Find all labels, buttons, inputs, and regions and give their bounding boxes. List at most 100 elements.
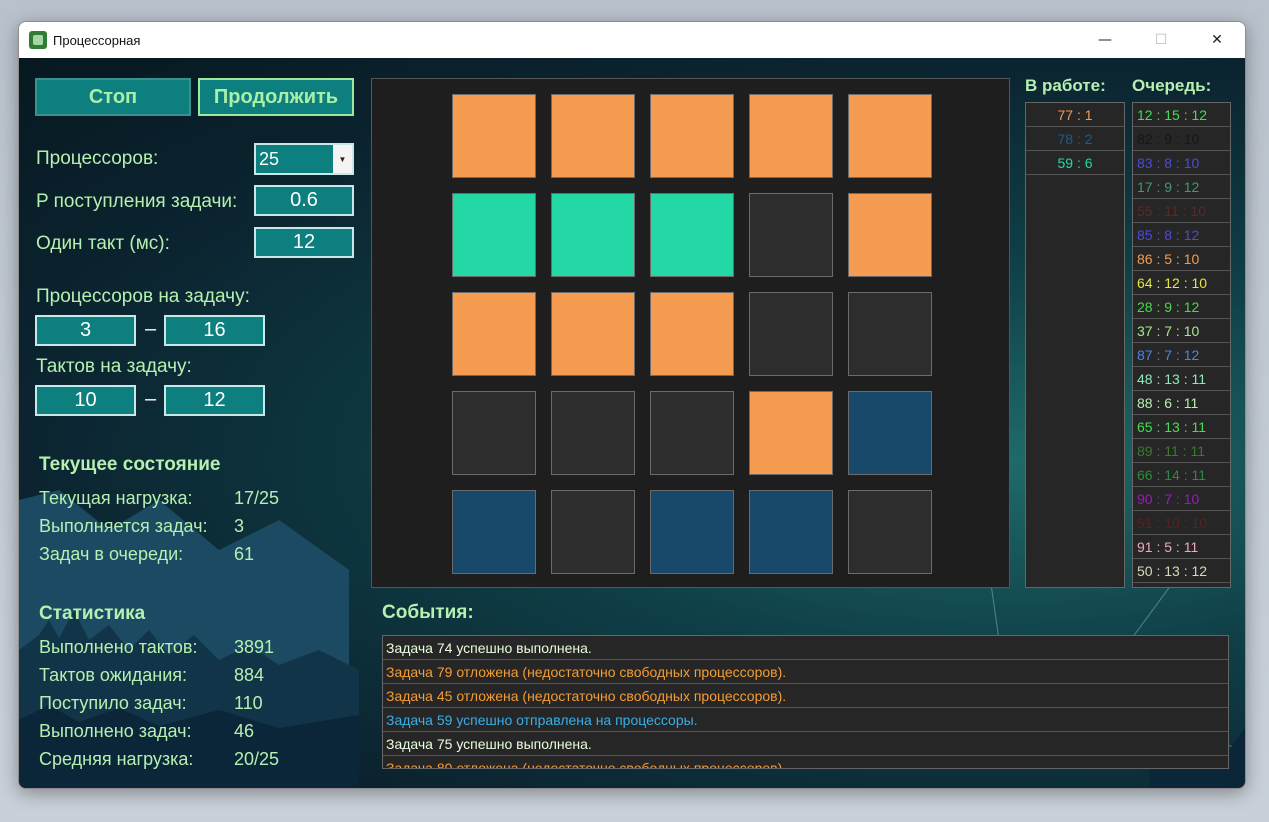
queue-list-item[interactable]: 65 : 13 : 11 [1133, 415, 1230, 439]
running-value: 3 [234, 516, 245, 536]
queue-list-item[interactable]: 89 : 11 : 11 [1133, 439, 1230, 463]
processor-cell [551, 292, 635, 376]
processor-cell [848, 292, 932, 376]
proc-per-task-min-input[interactable]: 3 [35, 315, 136, 346]
processor-grid [371, 78, 1010, 588]
work-list-item[interactable]: 78 : 2 [1026, 127, 1124, 151]
event-list-item[interactable]: Задача 79 отложена (недостаточно свободн… [383, 660, 1228, 684]
processor-cell [551, 490, 635, 574]
processor-cell [848, 193, 932, 277]
queued-label: Задач в очереди: [39, 544, 184, 564]
proc-per-task-label: Процессоров на задачу: [36, 286, 250, 307]
queue-list-item[interactable]: 83 : 8 : 10 [1133, 151, 1230, 175]
stop-button[interactable]: Стоп [35, 78, 191, 116]
queue-list-item[interactable]: 51 : 10 : 10 [1133, 511, 1230, 535]
queue-list-item[interactable]: 87 : 7 : 12 [1133, 343, 1230, 367]
processors-select[interactable]: 25 ▼ [254, 143, 354, 175]
queue-list[interactable]: 12 : 15 : 12 82 : 9 : 10 83 : 8 : 10 17 : 9… [1132, 102, 1231, 588]
processor-cell [749, 490, 833, 574]
events-title: События: [382, 602, 474, 623]
arrived-value: 110 [234, 693, 263, 713]
arrived-label: Поступило задач: [39, 693, 187, 713]
processor-cell [650, 193, 734, 277]
ticks-per-task-max-input[interactable]: 12 [164, 385, 265, 416]
work-title: В работе: [1025, 76, 1106, 95]
queue-list-item[interactable]: 90 : 7 : 10 [1133, 487, 1230, 511]
avg-load-label: Средняя нагрузка: [39, 749, 194, 769]
processor-cell [749, 292, 833, 376]
statistics-title: Статистика [39, 603, 146, 624]
processor-cell [452, 193, 536, 277]
app-window: Процессорная — ☐ ✕ Стоп Продолжить Проце… [18, 21, 1246, 789]
event-list-item[interactable]: Задача 59 успешно отправлена на процессо… [383, 708, 1228, 732]
probability-label: P поступления задачи: [36, 191, 238, 212]
queue-list-item[interactable]: 82 : 9 : 10 [1133, 127, 1230, 151]
load-label: Текущая нагрузка: [39, 488, 193, 508]
avg-load-value: 20/25 [234, 749, 280, 769]
ticks-per-task-label: Тактов на задачу: [36, 356, 192, 377]
queued-value: 61 [234, 544, 255, 564]
maximize-button[interactable]: ☐ [1133, 22, 1189, 58]
processor-cell [650, 292, 734, 376]
queue-list-item[interactable]: 85 : 8 : 12 [1133, 223, 1230, 247]
processor-cell [452, 490, 536, 574]
chevron-down-icon[interactable]: ▼ [333, 145, 352, 173]
proc-range-dash: – [145, 318, 157, 340]
probability-input[interactable]: 0.6 [254, 185, 354, 216]
queue-list-item[interactable]: 88 : 6 : 11 [1133, 391, 1230, 415]
processors-select-value: 25 [259, 148, 280, 169]
processor-cell [650, 94, 734, 178]
queue-title: Очередь: [1132, 76, 1212, 95]
window-controls: — ☐ ✕ [1077, 22, 1245, 58]
event-list-item[interactable]: Задача 80 отложена (недостаточно свободн… [383, 756, 1228, 768]
work-list-item[interactable]: 77 : 1 [1026, 103, 1124, 127]
processor-cell [650, 490, 734, 574]
proc-per-task-max-input[interactable]: 16 [164, 315, 265, 346]
client-area: Стоп Продолжить Процессоров: 25 ▼ P пост… [19, 58, 1245, 788]
processor-cell [848, 490, 932, 574]
event-list-item[interactable]: Задача 75 успешно выполнена. [383, 732, 1228, 756]
processor-cell [452, 94, 536, 178]
work-list[interactable]: 77 : 1 78 : 2 59 : 6 [1025, 102, 1125, 588]
completed-value: 46 [234, 721, 255, 741]
processor-cell [848, 94, 932, 178]
processors-label: Процессоров: [36, 148, 159, 169]
queue-list-item[interactable]: 28 : 9 : 12 [1133, 295, 1230, 319]
processor-cell [650, 391, 734, 475]
event-list-item[interactable]: Задача 74 успешно выполнена. [383, 636, 1228, 660]
processor-cell [749, 391, 833, 475]
events-list[interactable]: Задача 74 успешно выполнена. Задача 79 от… [382, 635, 1229, 769]
close-button[interactable]: ✕ [1189, 22, 1245, 58]
queue-list-item[interactable]: 48 : 13 : 11 [1133, 367, 1230, 391]
current-state-title: Текущее состояние [39, 454, 221, 475]
ticks-per-task-min-input[interactable]: 10 [35, 385, 136, 416]
queue-list-item[interactable]: 12 : 15 : 12 [1133, 103, 1230, 127]
event-list-item[interactable]: Задача 45 отложена (недостаточно свободн… [383, 684, 1228, 708]
app-gear-icon [29, 31, 47, 49]
work-list-item[interactable]: 59 : 6 [1026, 151, 1124, 175]
queue-list-item[interactable]: 50 : 13 : 12 [1133, 559, 1230, 583]
processor-cell [551, 94, 635, 178]
queue-list-item[interactable]: 64 : 12 : 10 [1133, 271, 1230, 295]
queue-list-item[interactable]: 86 : 5 : 10 [1133, 247, 1230, 271]
ticks-range-dash: – [145, 388, 157, 410]
queue-list-item[interactable]: 91 : 5 : 11 [1133, 535, 1230, 559]
processor-cell [551, 391, 635, 475]
running-label: Выполняется задач: [39, 516, 208, 536]
processor-cell [551, 193, 635, 277]
ticks-done-label: Выполнено тактов: [39, 637, 198, 657]
window-title: Процессорная [53, 32, 141, 48]
idle-ticks-label: Тактов ожидания: [39, 665, 188, 685]
title-bar: Процессорная — ☐ ✕ [19, 22, 1245, 58]
queue-list-item[interactable]: 55 : 11 : 10 [1133, 199, 1230, 223]
queue-list-item[interactable]: 17 : 9 : 12 [1133, 175, 1230, 199]
ticks-done-value: 3891 [234, 637, 275, 657]
minimize-button[interactable]: — [1077, 22, 1133, 58]
tick-label: Один такт (мс): [36, 233, 170, 254]
processor-cell [848, 391, 932, 475]
continue-button[interactable]: Продолжить [198, 78, 354, 116]
load-value: 17/25 [234, 488, 280, 508]
tick-input[interactable]: 12 [254, 227, 354, 258]
queue-list-item[interactable]: 37 : 7 : 10 [1133, 319, 1230, 343]
queue-list-item[interactable]: 66 : 14 : 11 [1133, 463, 1230, 487]
